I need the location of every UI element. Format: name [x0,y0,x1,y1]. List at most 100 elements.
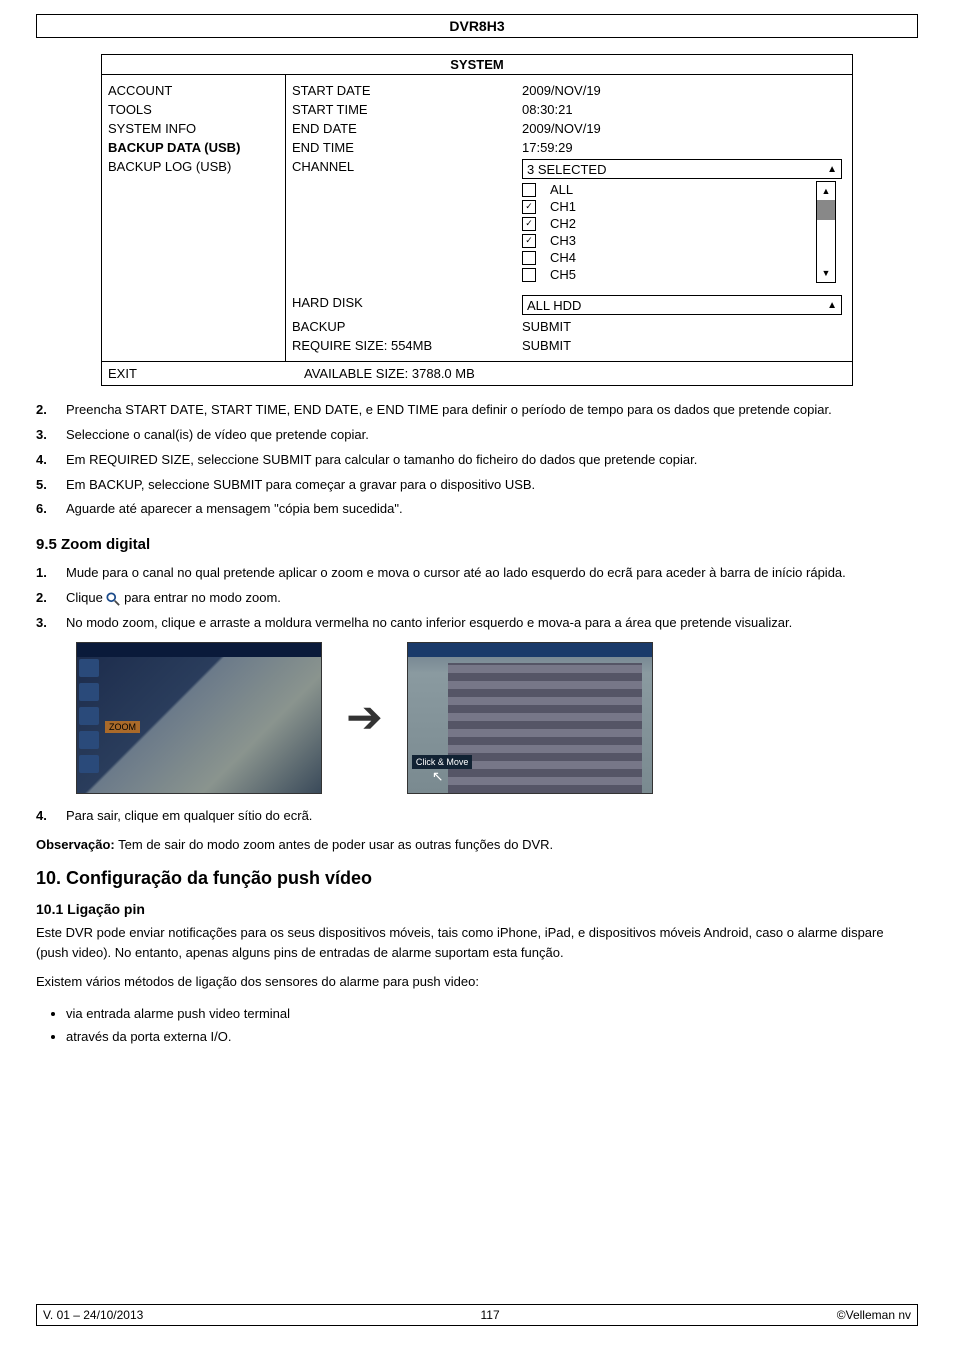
step-number: 2. [36,589,56,608]
channel-option-label: CH5 [550,267,576,282]
scroll-track[interactable] [817,200,835,264]
channel-option-label: CH3 [550,233,576,248]
start-date-label: START DATE [292,83,522,98]
scroll-down-icon[interactable]: ▼ [817,264,835,282]
step-text-post: para entrar no modo zoom. [124,590,281,605]
menu-item-backup-log-usb[interactable]: BACKUP LOG (USB) [108,157,285,176]
zoom-image-left: ZOOM [76,642,322,794]
channel-option-label: CH4 [550,250,576,265]
step-text: Em REQUIRED SIZE, seleccione SUBMIT para… [66,451,697,470]
click-move-tag: Click & Move [412,755,473,769]
exit-button[interactable]: EXIT [102,362,298,385]
observation: Observação: Tem de sair do modo zoom ant… [36,835,918,855]
step-number: 3. [36,426,56,445]
paragraph: Este DVR pode enviar notificações para o… [36,923,918,962]
step-number: 2. [36,401,56,420]
step-text: Mude para o canal no qual pretende aplic… [66,564,846,583]
checkbox-checked-icon[interactable]: ✓ [522,234,536,248]
require-size-submit[interactable]: SUBMIT [522,338,846,353]
end-time-value[interactable]: 17:59:29 [522,140,846,155]
scroll-thumb[interactable] [817,200,835,220]
cursor-icon: ↖ [432,768,444,785]
end-date-label: END DATE [292,121,522,136]
dropdown-up-icon: ▲ [827,300,837,311]
step-text: Seleccione o canal(is) de vídeo que pret… [66,426,369,445]
checkbox-icon[interactable] [522,268,536,282]
system-panel: SYSTEM ACCOUNT TOOLS SYSTEM INFO BACKUP … [101,54,853,386]
channel-option-ch5[interactable]: CH5 [516,266,810,283]
step-number: 4. [36,451,56,470]
channel-dropdown[interactable]: 3 SELECTED ▲ [522,159,842,179]
checkbox-icon[interactable] [522,183,536,197]
channel-option-label: ALL [550,182,573,197]
channel-option-label: CH2 [550,216,576,231]
page-header: DVR8H3 [36,14,918,38]
zoom-tag: ZOOM [105,721,140,733]
system-menu: ACCOUNT TOOLS SYSTEM INFO BACKUP DATA (U… [102,75,286,361]
step-text: Em BACKUP, seleccione SUBMIT para começa… [66,476,535,495]
menu-item-backup-data-usb[interactable]: BACKUP DATA (USB) [108,138,285,157]
footer-version: V. 01 – 24/10/2013 [43,1308,143,1322]
end-time-label: END TIME [292,140,522,155]
step-text: Clique para entrar no modo zoom. [66,589,281,608]
backup-submit[interactable]: SUBMIT [522,319,846,334]
require-size-label: REQUIRE SIZE: 554MB [292,338,522,353]
channel-selected-text: 3 SELECTED [527,162,606,177]
hard-disk-value: ALL HDD [527,298,581,313]
channel-option-ch3[interactable]: ✓ CH3 [516,232,810,249]
step-number: 6. [36,500,56,519]
step-number: 3. [36,614,56,633]
footer-page-number: 117 [480,1308,499,1322]
hard-disk-dropdown[interactable]: ALL HDD ▲ [522,295,842,315]
checkbox-checked-icon[interactable]: ✓ [522,200,536,214]
scroll-up-icon[interactable]: ▲ [817,182,835,200]
step-number: 5. [36,476,56,495]
bullet-item: via entrada alarme push video terminal [66,1002,918,1026]
observation-text: Tem de sair do modo zoom antes de poder … [115,837,553,852]
hard-disk-label: HARD DISK [292,295,522,310]
step-text: Preencha START DATE, START TIME, END DAT… [66,401,832,420]
step-text: No modo zoom, clique e arraste a moldura… [66,614,792,633]
arrow-right-icon: ➔ [346,692,383,743]
start-time-value[interactable]: 08:30:21 [522,102,846,117]
start-date-value[interactable]: 2009/NOV/19 [522,83,846,98]
step-number: 4. [36,807,56,826]
menu-item-tools[interactable]: TOOLS [108,100,285,119]
menu-item-account[interactable]: ACCOUNT [108,81,285,100]
zoom-icon [106,592,120,606]
steps-list-a: 2. Preencha START DATE, START TIME, END D… [36,398,918,522]
observation-label: Observação: [36,837,115,852]
menu-item-system-info[interactable]: SYSTEM INFO [108,119,285,138]
dropdown-up-icon: ▲ [827,164,837,175]
page-footer: V. 01 – 24/10/2013 117 ©Velleman nv [36,1304,918,1326]
channel-options-list: ALL ✓ CH1 ✓ CH2 ✓ CH3 CH4 CH5 [516,181,810,283]
zoom-image-right: Click & Move ↖ [407,642,653,794]
channel-label: CHANNEL [292,159,522,174]
channel-option-ch1[interactable]: ✓ CH1 [516,198,810,215]
end-date-value[interactable]: 2009/NOV/19 [522,121,846,136]
steps-list-b4: 4. Para sair, clique em qualquer sítio do… [36,804,918,829]
checkbox-checked-icon[interactable]: ✓ [522,217,536,231]
zoom-images: ZOOM ➔ Click & Move ↖ [76,642,918,794]
bullet-item: através da porta externa I/O. [66,1025,918,1049]
step-text: Aguarde até aparecer a mensagem "cópia b… [66,500,403,519]
steps-list-b: 1. Mude para o canal no qual pretende apl… [36,561,918,636]
checkbox-icon[interactable] [522,251,536,265]
system-title: SYSTEM [102,55,852,75]
channel-option-label: CH1 [550,199,576,214]
bullet-list: via entrada alarme push video terminal a… [36,1002,918,1049]
paragraph: Existem vários métodos de ligação dos se… [36,972,918,992]
section-9-5-heading: 9.5 Zoom digital [36,536,918,553]
step-text: Para sair, clique em qualquer sítio do e… [66,807,312,826]
start-time-label: START TIME [292,102,522,117]
channel-option-all[interactable]: ALL [516,181,810,198]
section-10-heading: 10. Configuração da função push vídeo [36,868,918,889]
channel-option-ch4[interactable]: CH4 [516,249,810,266]
channel-scrollbar[interactable]: ▲ ▼ [816,181,836,283]
channel-option-ch2[interactable]: ✓ CH2 [516,215,810,232]
backup-label: BACKUP [292,319,522,334]
available-size: AVAILABLE SIZE: 3788.0 MB [298,362,852,385]
step-text-pre: Clique [66,590,106,605]
step-number: 1. [36,564,56,583]
footer-copyright: ©Velleman nv [837,1308,911,1322]
